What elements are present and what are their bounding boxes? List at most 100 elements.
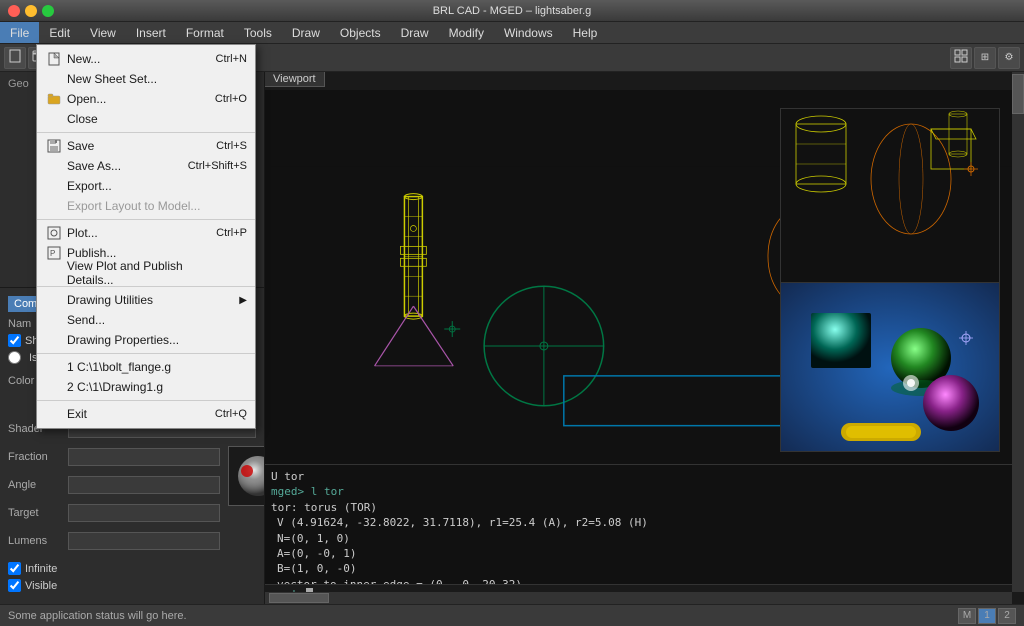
is-region-radio[interactable] [8,351,21,364]
menu-file[interactable]: File [0,22,39,43]
close-window-button[interactable] [8,5,20,17]
menu-item-exit[interactable]: Exit Ctrl+Q [37,404,255,424]
cmd-line-4: N=(0, 1, 0) [277,531,1006,546]
svg-text:P: P [50,249,55,258]
visible-checkbox[interactable] [8,579,21,592]
title-bar: BRL CAD - MGED – lightsaber.g [0,0,1024,22]
publish-label: Publish... [67,246,116,260]
target-row: Target [8,502,220,524]
save-label: Save [67,139,94,153]
viewport-scrollbar-vertical[interactable] [1012,72,1024,592]
fraction-group: Fraction Angle Target Lumens [8,446,220,558]
separator-5 [37,400,255,401]
menu-item-recent-2[interactable]: 2 C:\1\Drawing1.g [37,377,255,397]
menu-item-open[interactable]: Open... Ctrl+O [37,89,255,109]
toolbar-extra-button-2[interactable]: ⊞ [974,47,996,69]
window-title: BRL CAD - MGED – lightsaber.g [433,5,592,17]
inset-view [780,108,1000,298]
exit-shortcut: Ctrl+Q [215,408,247,420]
save-as-label: Save As... [67,159,121,173]
plot-label: Plot... [67,226,98,240]
new-shortcut: Ctrl+N [216,53,247,65]
toolbar-properties-icon: ⚙ [1005,52,1014,63]
menu-item-plot[interactable]: Plot... Ctrl+P [37,223,255,243]
menu-help[interactable]: Help [563,22,608,43]
toolbar-layers-icon: ⊞ [981,52,989,63]
show-boolean-checkbox[interactable] [8,334,21,347]
menu-item-drawing-utilities[interactable]: Drawing Utilities ▶ [37,290,255,310]
bottom-right-svg [781,283,1000,452]
toolbar-new-button[interactable] [4,47,26,69]
menu-format[interactable]: Format [176,22,234,43]
visible-row: Visible [8,579,256,592]
fraction-row: Fraction [8,446,220,468]
toolbar-extra-button-1[interactable] [950,47,972,69]
menu-item-view-plot-publish[interactable]: View Plot and Publish Details... [37,263,255,283]
recent-2-label: 2 C:\1\Drawing1.g [67,380,163,394]
maximize-window-button[interactable] [42,5,54,17]
minimize-window-button[interactable] [25,5,37,17]
save-shortcut: Ctrl+S [216,140,247,152]
target-input[interactable] [68,504,220,522]
status-bar: Some application status will go here. M … [0,604,1024,626]
menu-item-recent-1[interactable]: 1 C:\1\bolt_flange.g [37,357,255,377]
menu-item-export[interactable]: Export... [37,176,255,196]
page-model-button[interactable]: M [958,608,976,624]
window-controls [8,5,54,17]
view-plot-publish-label: View Plot and Publish Details... [67,259,231,287]
send-label: Send... [67,313,105,327]
bottom-right-view [780,282,1000,452]
menu-item-export-layout: Export Layout to Model... [37,196,255,216]
menu-item-new[interactable]: New... Ctrl+N [37,49,255,69]
menu-item-send[interactable]: Send... [37,310,255,330]
page-1-button[interactable]: 1 [978,608,996,624]
menu-item-save-as[interactable]: Save As... Ctrl+Shift+S [37,156,255,176]
infinite-checkbox[interactable] [8,562,21,575]
toolbar-grid-icon [954,49,968,66]
publish-icon: P [45,246,63,260]
viewport-label: Viewport [265,72,325,87]
fraction-input[interactable] [68,448,220,466]
menu-item-new-sheet-set[interactable]: New Sheet Set... [37,69,255,89]
com-label: Com [14,298,37,310]
target-circle [484,286,604,406]
menu-bar: File Edit View Insert Format Tools Draw … [0,22,1024,44]
menu-windows[interactable]: Windows [494,22,563,43]
drawing-utilities-label: Drawing Utilities [67,293,153,307]
infinite-label: Infinite [25,563,57,575]
menu-objects[interactable]: Objects [330,22,391,43]
material-thumbnail[interactable] [228,446,265,506]
viewport-scrollbar-horizontal[interactable] [265,592,1012,604]
lumens-row: Lumens [8,530,220,552]
menu-item-close[interactable]: Close [37,109,255,129]
inset-svg [781,109,1000,298]
exit-label: Exit [67,407,87,421]
cmd-line-3: V (4.91624, -32.8022, 31.7118), r1=25.4 … [277,515,1006,530]
lumens-input[interactable] [68,532,220,550]
menu-item-drawing-properties[interactable]: Drawing Properties... [37,330,255,350]
menu-edit[interactable]: Edit [39,22,80,43]
menu-insert[interactable]: Insert [126,22,176,43]
command-output: U tor mged> l tor tor: torus (TOR) V (4.… [265,465,1012,584]
menu-view[interactable]: View [80,22,126,43]
target-prop-label: Target [8,507,68,519]
menu-modify[interactable]: Modify [439,22,494,43]
cmd-line-0: U tor [271,469,1006,484]
menu-draw[interactable]: Draw [282,22,330,43]
menu-tools[interactable]: Tools [234,22,282,43]
infinite-row: Infinite [8,562,256,575]
status-message: Some application status will go here. [8,610,187,622]
page-2-button[interactable]: 2 [998,608,1016,624]
close-label: Close [67,112,98,126]
angle-input[interactable] [68,476,220,494]
scroll-thumb-vertical[interactable] [1012,74,1024,114]
cmd-line-6: B=(1, 0, -0) [277,561,1006,576]
scroll-thumb-horizontal[interactable] [269,593,329,603]
drawing-properties-label: Drawing Properties... [67,333,179,347]
file-dropdown-menu: New... Ctrl+N New Sheet Set... Open... C… [36,44,256,429]
menu-draw2[interactable]: Draw [391,22,439,43]
cmd-line-1: mged> l tor [271,484,1006,499]
toolbar-extra-button-3[interactable]: ⚙ [998,47,1020,69]
visible-label: Visible [25,580,57,592]
menu-item-save[interactable]: Save Ctrl+S [37,136,255,156]
